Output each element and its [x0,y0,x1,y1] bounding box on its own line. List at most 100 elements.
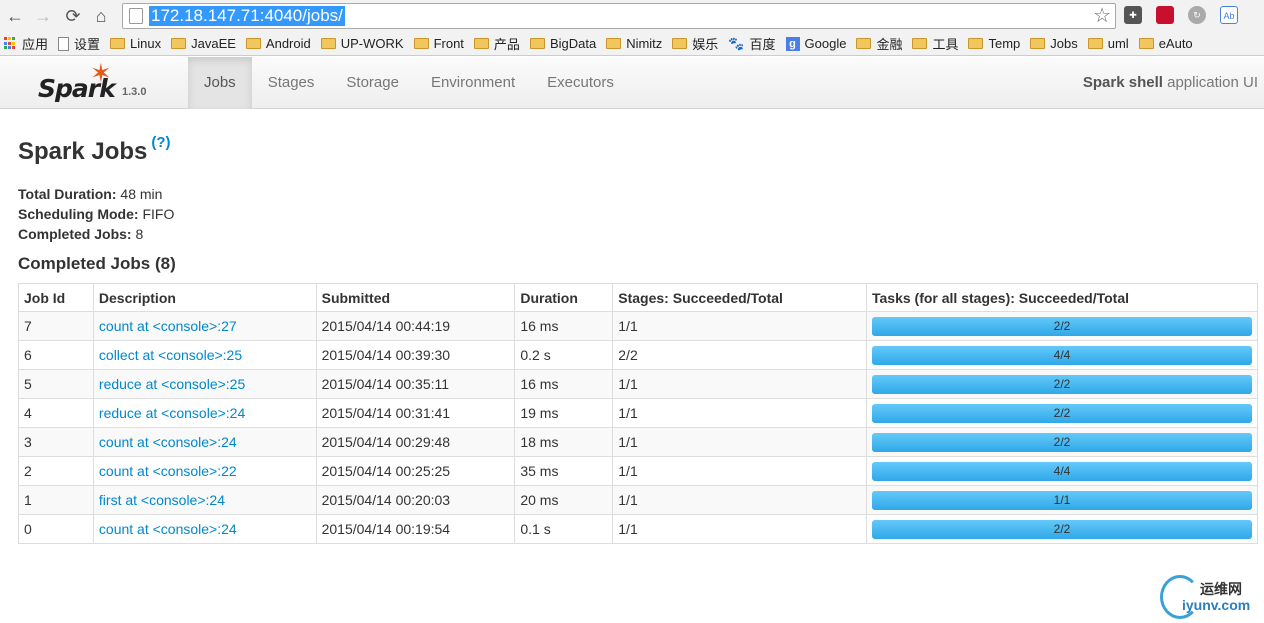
header-description[interactable]: Description [92,283,317,312]
bookmark-settings[interactable]: 设置 [58,34,100,53]
completed-jobs-table: Job Id Description Submitted Duration St… [18,283,1258,544]
ab-extension-icon[interactable]: Ab [1220,6,1238,24]
nav-tabs: Jobs Stages Storage Environment Executor… [188,57,630,109]
header-duration[interactable]: Duration [514,283,613,312]
reload-icon[interactable]: ⟳ [60,3,86,29]
bookmark-linux[interactable]: Linux [110,36,161,51]
bookmark-jobs[interactable]: Jobs [1030,36,1078,51]
page-icon [58,36,70,51]
cell-duration: 18 ms [520,434,559,450]
bookmark-up-work[interactable]: UP-WORK [320,36,404,51]
bookmark-uml[interactable]: uml [1087,36,1129,51]
spark-navbar: Spark ✶ 1.3.0 Jobs Stages Storage Enviro… [0,57,1264,109]
cell-job-id: 3 [24,434,32,450]
table-row: 1 first at <console>:24 2015/04/14 00:20:0… [18,485,1258,515]
cell-job-id: 2 [24,463,32,479]
progress-label: 2/2 [1053,434,1071,449]
cell-description-link[interactable]: count at <console>:24 [99,434,237,450]
header-tasks[interactable]: Tasks (for all stages): Succeeded/Total [866,283,1258,312]
cell-description-link[interactable]: count at <console>:24 [99,521,237,537]
tab-executors[interactable]: Executors [531,57,630,109]
cell-stages: 1/1 [618,376,638,392]
puzzle-extension-icon[interactable]: ✚ [1124,6,1142,24]
cell-submitted: 2015/04/14 00:35:11 [321,376,450,392]
completed-jobs-summary: Completed Jobs: 8 [18,226,144,242]
cell-submitted: 2015/04/14 00:39:30 [321,347,451,363]
bookmarks-bar: 应用 设置 Linux JavaEE Android UP-WORK Front… [0,32,1264,56]
bookmark-bigdata[interactable]: BigData [529,36,596,51]
spark-logo[interactable]: Spark ✶ [38,58,118,104]
url-text[interactable]: 172.18.147.71:4040/jobs/ [149,6,345,26]
cell-duration: 19 ms [520,405,559,421]
folder-icon [245,38,261,49]
bookmark-javaee[interactable]: JavaEE [171,36,236,51]
cell-submitted: 2015/04/14 00:20:03 [321,492,451,508]
table-row: 7 count at <console>:27 2015/04/14 00:44:1… [18,311,1258,341]
home-icon[interactable]: ⌂ [88,3,114,29]
folder-icon [672,38,688,49]
sync-extension-icon[interactable]: ↻ [1188,6,1206,24]
tab-storage[interactable]: Storage [330,57,415,109]
tasks-progress-bar: 2/2 [872,519,1252,539]
tasks-progress-bar: 2/2 [872,432,1252,452]
header-stages[interactable]: Stages: Succeeded/Total [612,283,867,312]
folder-icon [1087,38,1103,49]
folder-icon [473,38,489,49]
address-bar[interactable]: 172.18.147.71:4040/jobs/ ☆ [122,3,1116,29]
google-icon: g [785,36,800,51]
bookmark-android[interactable]: Android [245,36,311,51]
app-name: Spark shell application UI [1082,74,1258,91]
header-job-id[interactable]: Job Id [18,283,94,312]
tasks-progress-bar: 2/2 [872,374,1252,394]
back-arrow-icon[interactable]: ← [2,3,28,29]
cell-submitted: 2015/04/14 00:31:41 [321,405,451,421]
tasks-progress-bar: 4/4 [872,345,1252,365]
cell-job-id: 7 [24,318,32,334]
tasks-progress-bar: 4/4 [872,461,1252,481]
cell-description-link[interactable]: count at <console>:22 [99,463,237,479]
tab-jobs[interactable]: Jobs [188,57,252,109]
cell-duration: 16 ms [520,318,559,334]
bookmark-front[interactable]: Front [413,36,464,51]
bookmark-product[interactable]: 产品 [473,34,520,53]
spark-version: 1.3.0 [122,86,147,98]
bookmark-eauto[interactable]: eAuto [1138,36,1193,51]
tab-environment[interactable]: Environment [415,57,531,109]
watermark-logo: 运维网 iyunv.com [1160,575,1260,619]
forward-arrow-icon[interactable]: → [30,3,56,29]
folder-icon [529,38,545,49]
progress-label: 1/1 [1053,492,1071,507]
scheduling-mode: Scheduling Mode: FIFO [18,206,175,222]
cell-description-link[interactable]: collect at <console>:25 [99,347,242,363]
folder-icon [912,38,928,49]
cell-description-link[interactable]: count at <console>:27 [99,318,237,334]
cell-description-link[interactable]: reduce at <console>:24 [99,405,245,421]
bookmark-entertainment[interactable]: 娱乐 [672,34,718,53]
bookmark-finance[interactable]: 金融 [856,34,902,53]
tab-stages[interactable]: Stages [252,57,331,109]
cell-duration: 0.2 s [520,347,551,363]
red-book-extension-icon[interactable] [1156,6,1174,24]
bookmark-nimitz[interactable]: Nimitz [606,36,662,51]
help-link[interactable]: (?) [151,134,170,151]
cell-description-link[interactable]: reduce at <console>:25 [99,376,245,392]
bookmark-tools[interactable]: 工具 [912,34,958,53]
tasks-progress-bar: 1/1 [872,490,1252,510]
cell-stages: 1/1 [618,434,638,450]
cell-duration: 35 ms [520,463,559,479]
folder-icon [110,38,126,49]
bookmark-baidu[interactable]: 🐾 百度 [728,34,775,53]
cell-description-link[interactable]: first at <console>:24 [99,492,225,508]
bookmark-google[interactable]: g Google [785,36,846,51]
cell-submitted: 2015/04/14 00:29:48 [321,434,451,450]
tasks-progress-bar: 2/2 [872,403,1252,423]
table-row: 5 reduce at <console>:25 2015/04/14 00:35:… [18,369,1258,399]
tasks-progress-bar: 2/2 [872,316,1252,336]
header-submitted[interactable]: Submitted [315,283,515,312]
bookmark-apps[interactable]: 应用 [4,34,48,53]
table-header-row: Job Id Description Submitted Duration St… [18,283,1258,312]
bookmark-temp[interactable]: Temp [968,36,1020,51]
completed-jobs-link[interactable]: Completed Jobs: [18,226,132,242]
cell-duration: 16 ms [520,376,559,392]
bookmark-star-icon[interactable]: ☆ [1093,4,1111,28]
